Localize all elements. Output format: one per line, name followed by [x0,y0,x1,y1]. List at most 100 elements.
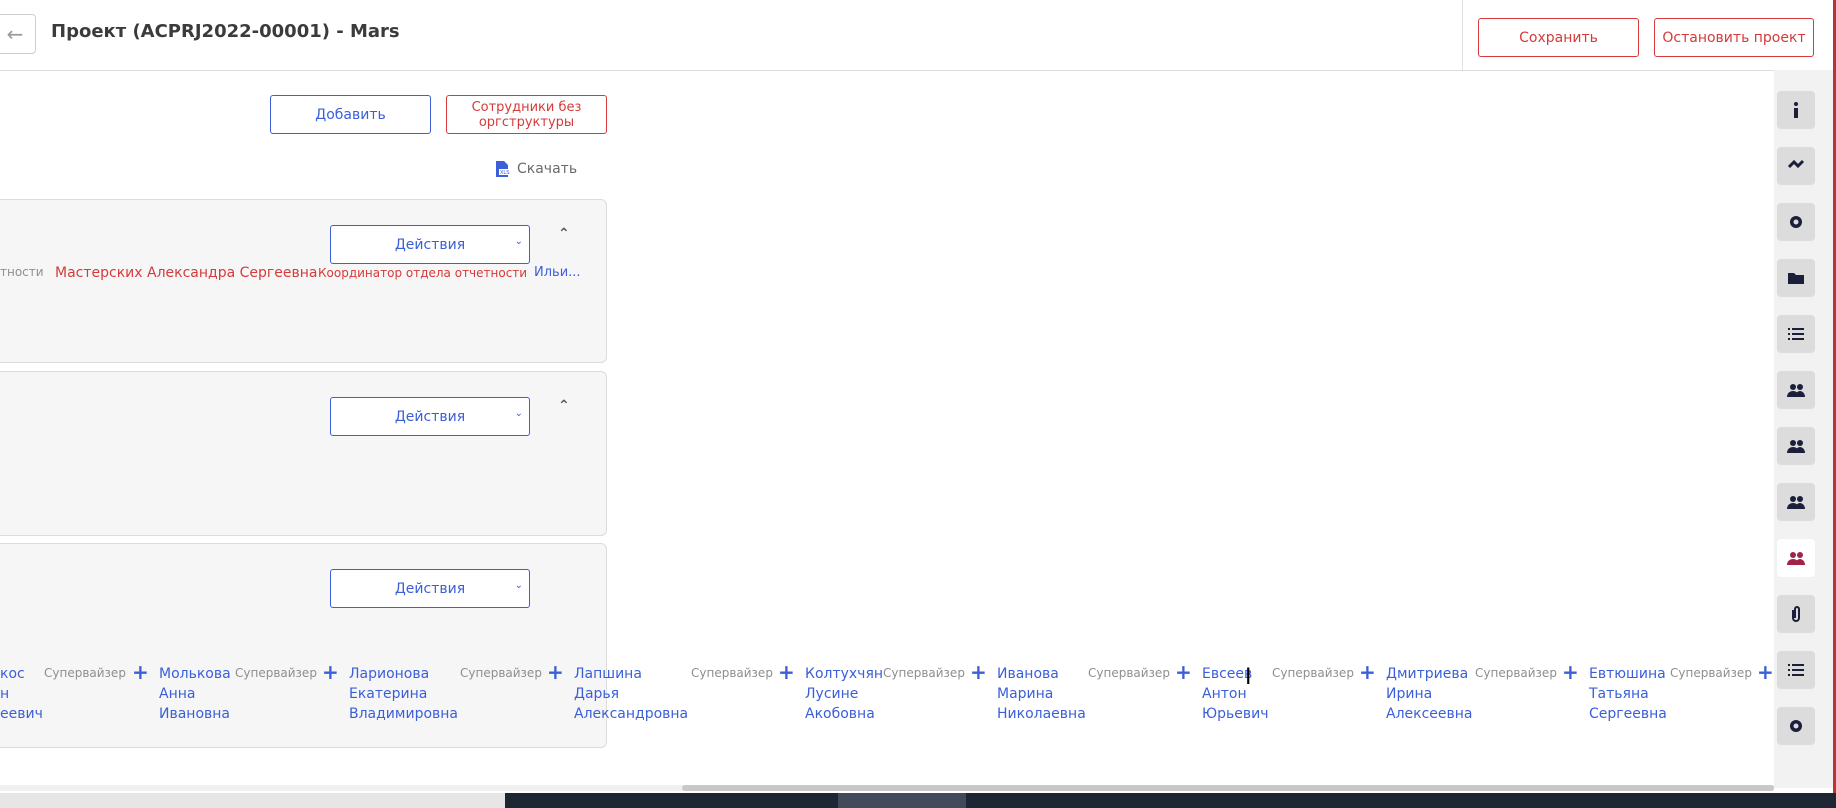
first-name: Антон [1202,686,1247,702]
text-cursor-icon: I [1245,665,1252,690]
middle-name: Ивановна [159,706,231,722]
actions-label: Действия [394,580,466,597]
middle-name: еевич [0,706,43,722]
chevron-down-icon: ⌄ [514,580,523,591]
role-label: Супервайзер [460,666,542,680]
paperclip-icon[interactable] [1777,595,1815,633]
first-name: Анна [159,686,196,702]
users-icon[interactable] [1777,427,1815,465]
list-icon[interactable] [1777,651,1815,689]
users-icon[interactable] [1777,371,1815,409]
add-icon[interactable]: + [778,660,795,684]
first-name: Дарья [574,686,620,702]
person-name[interactable]: Мастерских Александра Сергеевна [55,265,317,281]
add-button[interactable]: Добавить [270,95,431,134]
collapse-icon[interactable]: ⌃ [558,226,570,242]
download-link[interactable]: XLS Скачать [493,160,577,178]
chevron-down-icon: ⌄ [514,408,523,419]
role-label: Супервайзер [1088,666,1170,680]
horizontal-scrollbar[interactable] [0,785,1774,791]
role-label: Супервайзер [44,666,126,680]
middle-name: Сергеевна [1589,706,1667,722]
noorg-line-2: оргструктуры [478,114,575,130]
header-divider [1462,0,1463,70]
last-name: Колтухчян [805,666,884,682]
card-row: тности [0,265,44,280]
first-name: Татьяна [1589,686,1649,702]
first-name: Марина [997,686,1054,702]
person-item[interactable]: Ларионова Екатерина Владимировна [349,664,458,724]
person-item[interactable]: Евсеев Антон Юрьевич [1202,664,1269,724]
role-label: Супервайзер [1272,666,1354,680]
taskbar [0,793,1836,808]
person-item[interactable]: Евтюшина Татьяна Сергеевна [1589,664,1667,724]
last-name: кос [0,666,25,682]
employees-without-org-button[interactable]: Сотрудники без оргструктуры [446,95,607,134]
middle-name: Алексеевна [1386,706,1473,722]
role-label: Супервайзер [691,666,773,680]
folder-icon[interactable] [1777,259,1815,297]
last-name: Лапшина [574,666,642,682]
role-fragment: тности [0,265,44,279]
person-item[interactable]: Колтухчян Лусине Акобовна [805,664,883,724]
users-icon[interactable] [1777,483,1815,521]
download-label: Скачать [517,161,578,177]
last-name: Евтюшина [1589,666,1666,682]
noorg-line-1: Сотрудники без [471,99,582,115]
stop-project-button[interactable]: Остановить проект [1654,18,1814,57]
first-name: н [0,686,10,702]
handshake-icon[interactable] [1777,147,1815,185]
chevron-down-icon: ⌄ [514,236,523,247]
save-button[interactable]: Сохранить [1478,18,1639,57]
first-name: Лусине [805,686,859,702]
actions-dropdown[interactable]: Действия ⌄ [330,397,530,436]
last-name: Ларионова [349,666,430,682]
add-icon[interactable]: + [1175,660,1192,684]
top-header: ← Проект (ACPRJ2022-00001) - Mars Сохран… [0,0,1836,71]
middle-name: Александровна [574,706,689,722]
org-card: Действия ⌄ ⌃ [0,371,607,536]
middle-name: Акобовна [805,706,875,722]
role-label: Супервайзер [883,666,965,680]
org-card: Действия ⌄ ⌃ [0,199,607,363]
page-title: Проект (ACPRJ2022-00001) - Mars [51,21,400,42]
person-name-truncated[interactable]: Ильи... [534,265,581,280]
back-button[interactable]: ← [0,14,36,54]
middle-name: Николаевна [997,706,1086,722]
arrow-left-icon: ← [6,22,24,46]
collapse-icon[interactable]: ⌃ [558,398,570,414]
last-name: Молькова [159,666,231,682]
list-icon[interactable] [1777,315,1815,353]
middle-name: Владимировна [349,706,459,722]
person-item[interactable]: Лапшина Дарья Александровна [574,664,688,724]
add-icon[interactable]: + [1562,660,1579,684]
add-icon[interactable]: + [970,660,987,684]
gear-icon[interactable] [1777,203,1815,241]
actions-dropdown[interactable]: Действия ⌄ [330,225,530,264]
actions-dropdown[interactable]: Действия ⌄ [330,569,530,608]
add-icon[interactable]: + [547,660,564,684]
person-item[interactable]: Иванова Марина Николаевна [997,664,1086,724]
add-icon[interactable]: + [132,660,149,684]
taskbar-dark [505,793,1836,808]
role-label: Супервайзер [1670,666,1752,680]
last-name: Дмитриева [1386,666,1469,682]
first-name: Екатерина [349,686,428,702]
svg-text:XLS: XLS [500,170,509,176]
scrollbar-thumb[interactable] [682,785,1774,791]
person-item[interactable]: кос н еевич [0,664,43,724]
first-name: Ирина [1386,686,1433,702]
add-icon[interactable]: + [1359,660,1376,684]
gear-icon[interactable] [1777,707,1815,745]
users-active-icon[interactable] [1777,539,1815,577]
add-icon[interactable]: + [1757,660,1774,684]
org-card: Действия ⌄ [0,543,607,748]
taskbar-segment[interactable] [838,793,966,808]
person-item[interactable]: Молькова Анна Ивановна [159,664,231,724]
add-icon[interactable]: + [322,660,339,684]
middle-name: Юрьевич [1202,706,1269,722]
person-item[interactable]: Дмитриева Ирина Алексеевна [1386,664,1473,724]
info-icon[interactable] [1777,91,1815,129]
last-name: Евсеев [1202,666,1253,682]
file-xls-icon: XLS [493,160,511,178]
